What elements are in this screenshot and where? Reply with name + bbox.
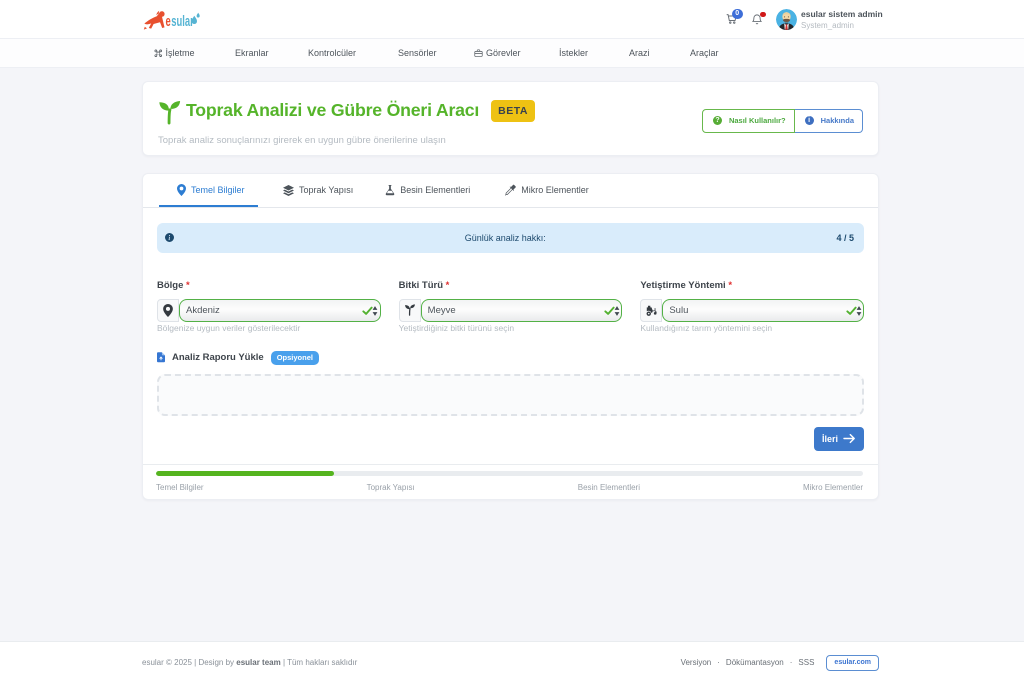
svg-text:sular: sular [171,12,194,29]
svg-text:e: e [166,12,171,29]
